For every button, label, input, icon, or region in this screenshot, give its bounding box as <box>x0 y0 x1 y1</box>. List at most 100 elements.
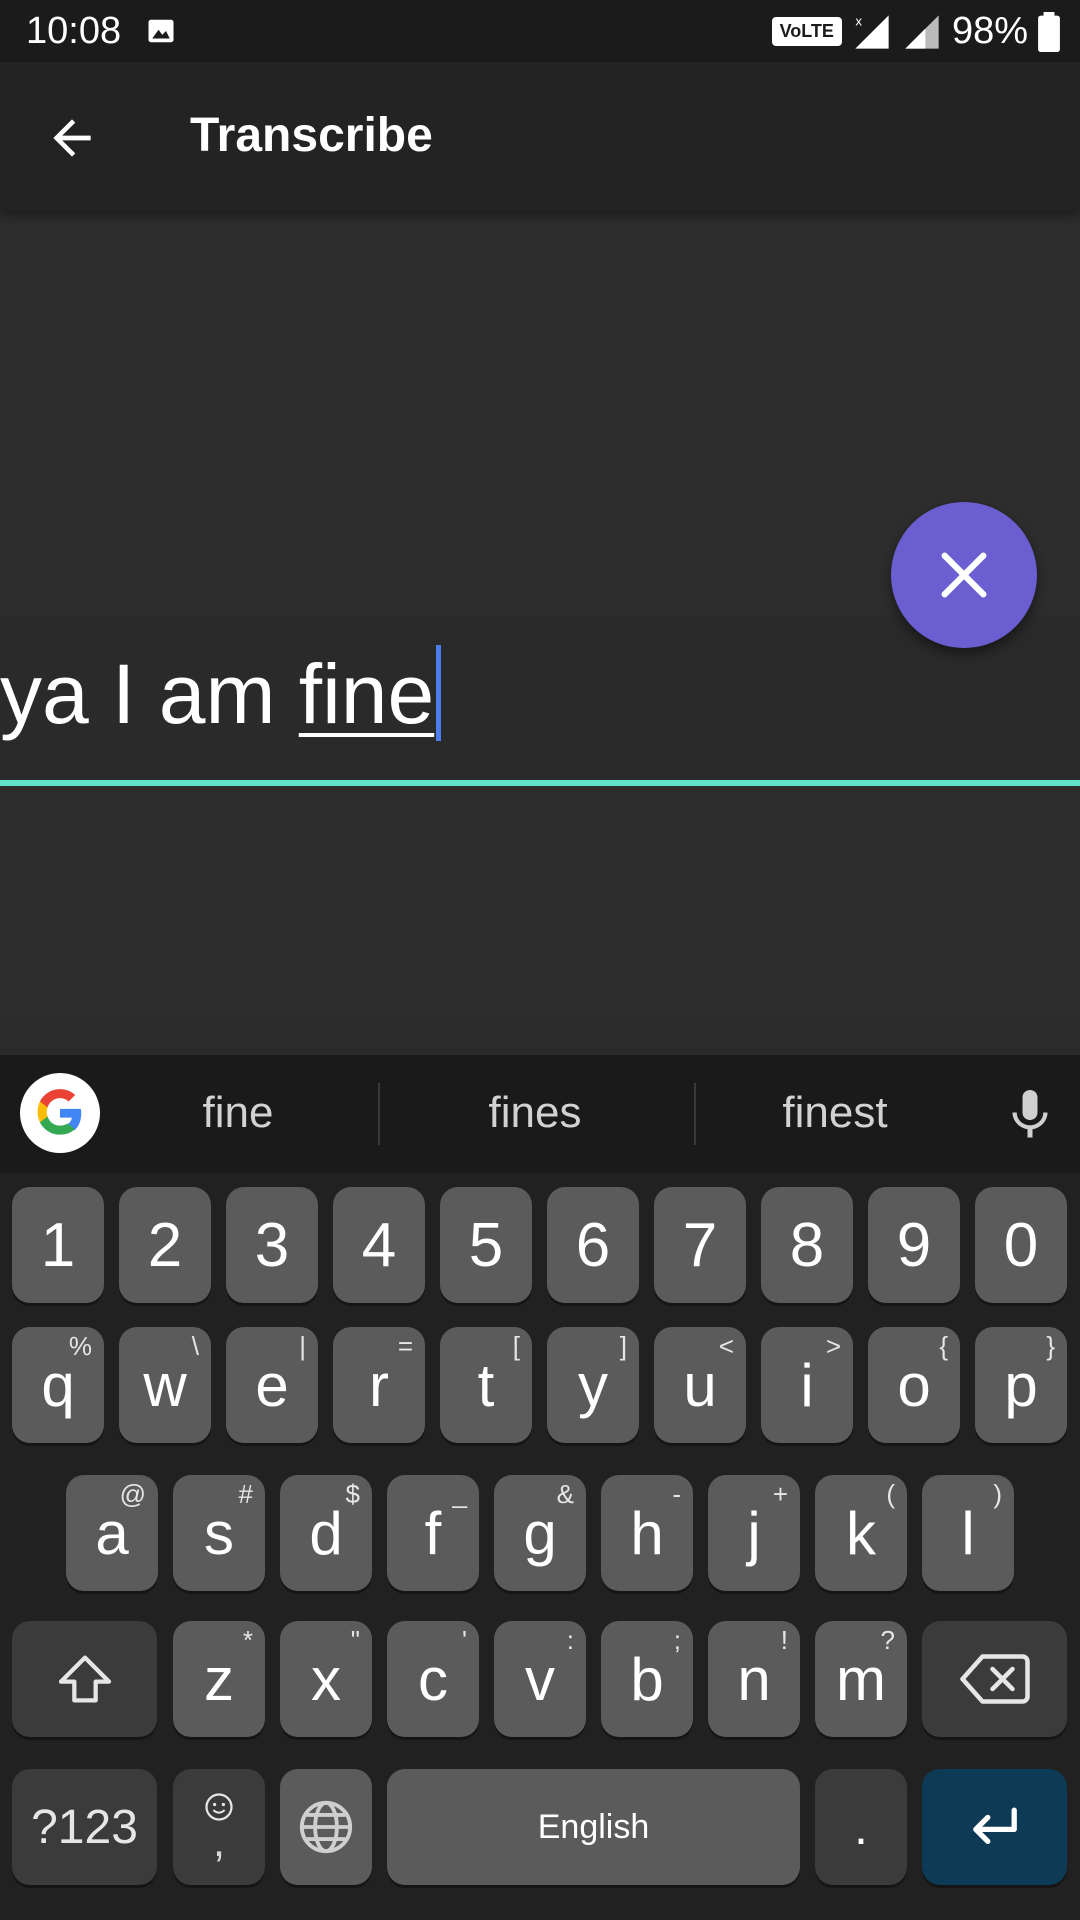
shift-key[interactable] <box>12 1621 157 1737</box>
input-text: ya I am fine <box>0 645 442 743</box>
symbols-key[interactable]: ?123 <box>12 1769 157 1885</box>
enter-icon <box>972 1807 1017 1845</box>
key-label: t <box>477 1351 495 1419</box>
key-m[interactable]: m? <box>815 1621 907 1737</box>
key-v[interactable]: v: <box>494 1621 586 1737</box>
text-cursor <box>436 645 442 741</box>
key-b[interactable]: b; <box>601 1621 693 1737</box>
key-d[interactable]: d $ <box>280 1475 372 1591</box>
input-text-before: ya I am <box>0 647 299 741</box>
key-u[interactable]: u < <box>654 1327 746 1443</box>
suggestion-bar: fine fines finest <box>0 1055 1080 1173</box>
back-arrow-icon[interactable] <box>44 110 100 166</box>
key-hint: = <box>397 1331 413 1361</box>
status-icons: VoLTE x 98% <box>771 10 1060 53</box>
key-x[interactable]: x " <box>280 1621 372 1737</box>
key-j[interactable]: j + <box>708 1475 800 1591</box>
space-bar[interactable]: English <box>387 1769 800 1885</box>
key-y[interactable]: y] <box>547 1327 639 1443</box>
key-n[interactable]: n! <box>708 1621 800 1737</box>
language-key[interactable] <box>280 1769 372 1885</box>
suggestion-3[interactable]: finest <box>715 1088 955 1138</box>
content-area-bottom <box>0 786 1080 1016</box>
key-e[interactable]: e | <box>226 1327 318 1443</box>
key-hint: - <box>672 1479 681 1509</box>
key-6[interactable]: 6 <box>547 1187 639 1303</box>
key-hint: \ <box>191 1331 199 1361</box>
key-p[interactable]: p} <box>975 1327 1067 1443</box>
input-current-word: fine <box>298 647 435 741</box>
key-h[interactable]: h- <box>601 1475 693 1591</box>
key-s[interactable]: s # <box>173 1475 265 1591</box>
key-label: o <box>897 1351 931 1419</box>
key-1[interactable]: 1 <box>12 1187 104 1303</box>
suggestion-1[interactable]: fine <box>118 1088 358 1138</box>
key-hint: # <box>238 1479 253 1509</box>
key-label: g <box>523 1499 557 1567</box>
suggestion-divider <box>694 1083 696 1145</box>
key-t[interactable]: t[ <box>440 1327 532 1443</box>
backspace-key[interactable] <box>922 1621 1067 1737</box>
key-l[interactable]: l) <box>922 1475 1014 1591</box>
shift-icon <box>58 1655 111 1703</box>
key-r[interactable]: r = <box>333 1327 425 1443</box>
key-a[interactable]: a @ <box>66 1475 158 1591</box>
key-4[interactable]: 4 <box>333 1187 425 1303</box>
key-w[interactable]: w \ <box>119 1327 211 1443</box>
key-0[interactable]: 0 <box>975 1187 1067 1303</box>
key-hint: ! <box>780 1625 788 1655</box>
key-hint: ( <box>886 1479 895 1509</box>
keyboard: fine fines finest 1 2 3 4 5 6 7 8 9 0 q%… <box>0 1055 1080 1920</box>
key-3[interactable]: 3 <box>226 1187 318 1303</box>
key-hint: " <box>350 1625 360 1655</box>
google-logo-button[interactable] <box>20 1073 100 1153</box>
key-label: e <box>255 1351 289 1419</box>
key-2[interactable]: 2 <box>119 1187 211 1303</box>
key-label: x <box>311 1645 341 1713</box>
key-i[interactable]: i > <box>761 1327 853 1443</box>
key-label: z <box>204 1645 234 1713</box>
suggestion-divider <box>378 1083 380 1145</box>
key-label: m <box>836 1645 886 1713</box>
emoji-comma-key[interactable]: , <box>173 1769 265 1885</box>
key-hint: ' <box>462 1625 467 1655</box>
key-7[interactable]: 7 <box>654 1187 746 1303</box>
key-hint: ; <box>673 1625 681 1655</box>
key-label: v <box>525 1645 555 1713</box>
key-o[interactable]: o{ <box>868 1327 960 1443</box>
image-notification-icon <box>148 19 174 43</box>
microphone-icon[interactable] <box>1000 1083 1060 1147</box>
transcription-input[interactable]: ya I am fine <box>0 615 1080 785</box>
suggestion-2[interactable]: fines <box>415 1088 655 1138</box>
key-hint: @ <box>119 1479 146 1509</box>
key-c[interactable]: c ' <box>387 1621 479 1737</box>
key-q[interactable]: q% <box>12 1327 104 1443</box>
status-time: 10:08 <box>26 10 122 52</box>
key-label: f <box>424 1499 442 1567</box>
key-9[interactable]: 9 <box>868 1187 960 1303</box>
key-label: p <box>1004 1351 1038 1419</box>
key-hint: ) <box>993 1479 1002 1509</box>
key-5[interactable]: 5 <box>440 1187 532 1303</box>
key-hint: ? <box>880 1625 895 1655</box>
key-8[interactable]: 8 <box>761 1187 853 1303</box>
key-label: c <box>418 1645 448 1713</box>
key-z[interactable]: z * <box>173 1621 265 1737</box>
key-k[interactable]: k( <box>815 1475 907 1591</box>
key-label: k <box>846 1499 876 1567</box>
key-label: r <box>369 1351 389 1419</box>
google-g-icon <box>37 1089 82 1135</box>
key-label: s <box>204 1499 234 1567</box>
key-label: d <box>309 1499 343 1567</box>
page-title: Transcribe <box>190 109 433 162</box>
enter-key[interactable] <box>922 1769 1067 1885</box>
volte-badge: VoLTE <box>771 17 842 46</box>
svg-text:x: x <box>855 13 862 28</box>
comma-label: , <box>212 1817 226 1866</box>
period-key[interactable]: . <box>815 1769 907 1885</box>
close-fab-button[interactable] <box>891 502 1037 648</box>
key-label: n <box>737 1645 771 1713</box>
key-f[interactable]: f _ <box>387 1475 479 1591</box>
key-g[interactable]: g & <box>494 1475 586 1591</box>
key-hint: { <box>939 1331 948 1361</box>
